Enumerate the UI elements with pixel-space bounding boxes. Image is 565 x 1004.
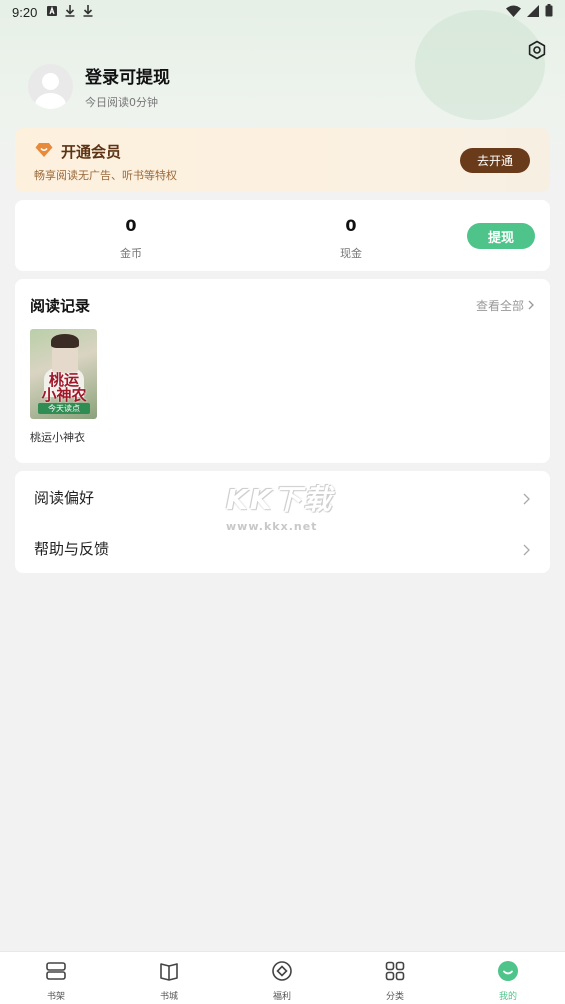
header-decoration <box>415 10 545 120</box>
profile-icon <box>497 960 519 982</box>
wifi-icon <box>506 5 521 20</box>
view-all-label: 查看全部 <box>475 299 524 313</box>
chevron-right-icon <box>528 299 534 313</box>
vip-title: 开通会员 <box>61 143 122 161</box>
cover-figure-hair <box>51 334 79 348</box>
battery-icon <box>545 4 553 20</box>
cash-value: 0 <box>345 216 357 235</box>
book-cover[interactable]: 桃运 小神农 今天读点 <box>30 329 97 419</box>
view-all-link[interactable]: 查看全部 <box>476 297 534 314</box>
tab-welfare[interactable]: 福利 <box>252 960 312 1002</box>
avatar[interactable] <box>28 64 73 109</box>
watermark-url: www.kkx.net <box>226 520 318 533</box>
chevron-right-icon <box>523 490 530 509</box>
menu-item-label: 阅读偏好 <box>34 489 95 507</box>
tab-label: 书城 <box>159 992 178 1002</box>
category-icon <box>384 960 406 982</box>
avatar-body <box>35 93 66 109</box>
cash-label: 现金 <box>340 247 362 260</box>
vip-diamond-icon <box>35 142 53 158</box>
download-icon <box>83 4 93 20</box>
login-title[interactable]: 登录可提现 <box>85 63 170 88</box>
withdraw-button[interactable]: 提现 <box>467 223 535 249</box>
tab-category[interactable]: 分类 <box>365 960 425 1002</box>
coins-value: 0 <box>125 216 137 235</box>
history-title: 阅读记录 <box>30 297 91 315</box>
download-icon <box>65 4 75 20</box>
tab-label: 福利 <box>272 992 291 1002</box>
status-bar: 9:20 <box>0 0 565 24</box>
tab-bookstore[interactable]: 书城 <box>139 960 199 1002</box>
bottom-tab-bar: 书架 书城 福利 分类 我的 <box>0 951 565 1004</box>
welfare-icon <box>271 960 293 982</box>
cover-title: 桃运 小神农 <box>41 371 87 404</box>
vip-subtitle: 畅享阅读无广告、听书等特权 <box>34 169 177 182</box>
avatar-head <box>42 73 59 90</box>
cash-stat[interactable]: 0 现金 <box>311 216 391 261</box>
notification-a-icon <box>47 5 58 19</box>
tab-label: 书架 <box>46 992 65 1002</box>
watermark-title: KK下载 <box>226 483 334 516</box>
open-vip-button[interactable]: 去开通 <box>460 148 530 173</box>
book-name: 桃运小神衣 <box>30 431 85 444</box>
wallet-card: 0 金币 0 现金 提现 <box>15 200 550 271</box>
menu-item-label: 帮助与反馈 <box>34 540 110 558</box>
signal-icon <box>527 4 539 20</box>
tab-label: 分类 <box>385 992 404 1002</box>
settings-gear-icon[interactable] <box>527 40 547 60</box>
bookshelf-icon <box>45 960 67 982</box>
today-reading-time: 今日阅读0分钟 <box>85 96 158 109</box>
profile-header[interactable]: 登录可提现 今日阅读0分钟 <box>28 63 170 110</box>
book-store-icon <box>158 960 180 982</box>
watermark: KK下载 www.kkx.net <box>226 478 346 534</box>
coins-label: 金币 <box>120 247 142 260</box>
vip-card[interactable]: 开通会员 畅享阅读无广告、听书等特权 去开通 <box>15 128 550 192</box>
status-time: 9:20 <box>12 4 38 20</box>
chevron-right-icon <box>523 541 530 560</box>
tab-mine[interactable]: 我的 <box>478 960 538 1002</box>
reading-history-card: 阅读记录 查看全部 桃运 小神农 今天读点 桃运小神衣 <box>15 279 550 463</box>
book-item[interactable]: 桃运 小神农 今天读点 桃运小神衣 <box>30 329 97 445</box>
coins-stat[interactable]: 0 金币 <box>91 216 171 261</box>
cover-subtitle: 今天读点 <box>38 403 90 414</box>
tab-bookshelf[interactable]: 书架 <box>26 960 86 1002</box>
tab-label: 我的 <box>498 992 517 1002</box>
